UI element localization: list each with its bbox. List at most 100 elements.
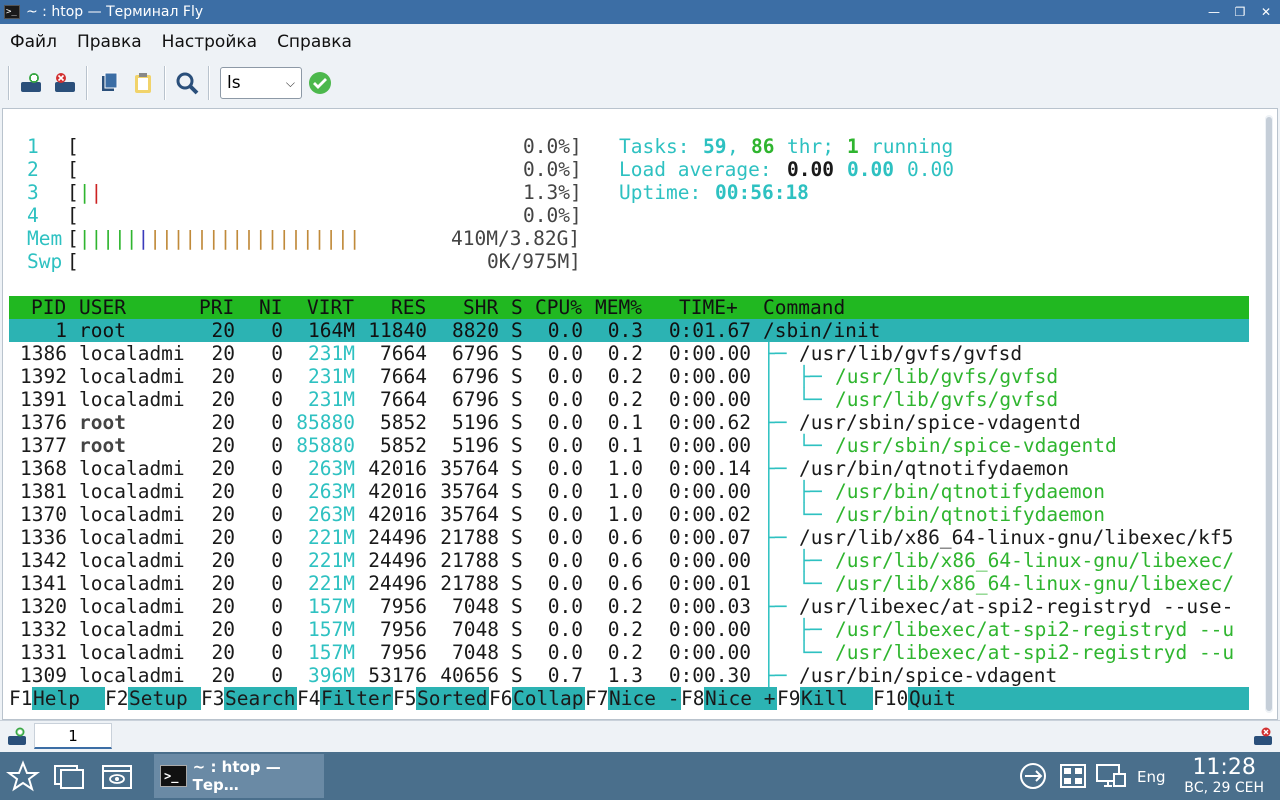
new-tab-button[interactable]	[16, 68, 46, 98]
maximize-icon[interactable]: ❐	[1234, 5, 1246, 19]
fkey-f5[interactable]: F5	[393, 687, 417, 710]
fkey-label[interactable]: Filter	[321, 687, 391, 710]
process-row[interactable]: 1309 localadmi 20 0 396M 53176 40656 S 0.7 1.3 0:0…	[9, 664, 1249, 687]
fkey-label[interactable]: Quit	[909, 687, 979, 710]
terminal-screen[interactable]: 1 [ 0.0%] Tasks: 59 , 86 thr; 1 running …	[9, 113, 1249, 713]
display-settings-icon[interactable]	[1094, 760, 1128, 792]
fkey-label[interactable]: Kill	[801, 687, 871, 710]
fkey-label[interactable]: Collap	[513, 687, 583, 710]
fkey-label[interactable]: Nice -	[609, 687, 679, 710]
process-tree-branch: ├─	[763, 526, 799, 549]
process-row[interactable]: 1386 localadmi 20 0 231M 7664 6796 S 0.0 0.2 0:00.…	[9, 342, 1249, 365]
process-cell-time: 0:00.00	[668, 549, 751, 572]
process-row[interactable]: 1331 localadmi 20 0 157M 7956 7048 S 0.0 0.2 0:00.…	[9, 641, 1249, 664]
process-cell-pri: 20	[211, 618, 235, 641]
fkey-f10[interactable]: F10	[873, 687, 909, 710]
fkey-label[interactable]: Setup	[129, 687, 199, 710]
col-state[interactable]: S	[511, 296, 523, 319]
copy-button[interactable]	[94, 68, 124, 98]
fkey-label[interactable]: Nice +	[705, 687, 775, 710]
fkey-label[interactable]: Sorted	[417, 687, 487, 710]
fkey-f4[interactable]: F4	[297, 687, 321, 710]
process-row[interactable]: 1342 localadmi 20 0 221M 24496 21788 S 0.0 0.6 0:0…	[9, 549, 1249, 572]
windows-switch-icon[interactable]	[52, 760, 86, 792]
workspaces-icon[interactable]	[1056, 760, 1090, 792]
process-row[interactable]: 1370 localadmi 20 0 263M 42016 35764 S 0.0 1.0 0:0…	[9, 503, 1249, 526]
process-cell-pid: 1309	[20, 664, 67, 687]
process-cell-mem: 1.0	[607, 480, 643, 503]
process-row[interactable]: 1 root 20 0 164M 11840 8820 S 0.0 0.3 0:01.67/sbin…	[9, 319, 1249, 342]
tab-1[interactable]: 1	[34, 723, 112, 749]
process-cell-res: 5852	[380, 434, 427, 457]
run-command-icon[interactable]	[308, 71, 332, 95]
fkey-f6[interactable]: F6	[489, 687, 513, 710]
fkey-f9[interactable]: F9	[777, 687, 801, 710]
process-tree-branch: ├─	[763, 664, 799, 687]
process-cell-pri: 20	[211, 595, 235, 618]
process-cell-mem: 1.3	[607, 664, 643, 687]
load-15: 0.00	[907, 158, 954, 181]
fkey-label[interactable]: Help	[33, 687, 103, 710]
process-cell-mem: 0.2	[607, 342, 643, 365]
col-ni[interactable]: NI	[259, 296, 282, 319]
taskbar-item-terminal[interactable]: >_ ~ : htop — Тер…	[154, 754, 324, 798]
new-tab-icon[interactable]	[6, 726, 28, 748]
process-cell-shr: 7048	[452, 618, 499, 641]
process-cell-virt: 263M	[308, 480, 355, 503]
terminal-scrollbar[interactable]	[1265, 115, 1273, 713]
col-command[interactable]: Command	[763, 296, 845, 319]
process-row[interactable]: 1368 localadmi 20 0 263M 42016 35764 S 0.0 1.0 0:0…	[9, 457, 1249, 480]
menu-edit[interactable]: Правка	[77, 32, 142, 52]
col-pid[interactable]: PID	[31, 296, 66, 319]
menu-help[interactable]: Справка	[277, 32, 352, 52]
search-button[interactable]	[172, 68, 202, 98]
fkey-f3[interactable]: F3	[201, 687, 225, 710]
menu-settings[interactable]: Настройка	[162, 32, 257, 52]
process-cell-res: 24496	[368, 526, 427, 549]
process-row[interactable]: 1381 localadmi 20 0 263M 42016 35764 S 0.0 1.0 0:0…	[9, 480, 1249, 503]
clock[interactable]: 11:28 ВС, 29 СЕН	[1184, 756, 1264, 797]
process-cell-ni: 0	[271, 526, 283, 549]
process-row[interactable]: 1391 localadmi 20 0 231M 7664 6796 S 0.0 0.2 0:00.…	[9, 388, 1249, 411]
start-menu-star-icon[interactable]	[6, 760, 40, 792]
new-tab-icon	[21, 73, 41, 92]
keyboard-layout[interactable]: Eng	[1137, 768, 1166, 786]
network-icon[interactable]	[1016, 760, 1050, 792]
col-time[interactable]: TIME+	[679, 296, 738, 319]
process-row[interactable]: 1320 localadmi 20 0 157M 7956 7048 S 0.0 0.2 0:00.…	[9, 595, 1249, 618]
col-pri[interactable]: PRI	[199, 296, 234, 319]
close-tab-icon[interactable]	[1252, 726, 1274, 748]
fkey-label[interactable]: Search	[225, 687, 295, 710]
process-row[interactable]: 1332 localadmi 20 0 157M 7956 7048 S 0.0 0.2 0:00.…	[9, 618, 1249, 641]
col-user[interactable]: USER	[79, 296, 126, 319]
process-cell-virt: 85880	[296, 411, 355, 434]
close-icon[interactable]: ✕	[1260, 5, 1272, 19]
fkey-f1[interactable]: F1	[9, 687, 33, 710]
col-res[interactable]: RES	[391, 296, 426, 319]
process-row[interactable]: 1392 localadmi 20 0 231M 7664 6796 S 0.0 0.2 0:00.…	[9, 365, 1249, 388]
fkey-f2[interactable]: F2	[105, 687, 129, 710]
process-row[interactable]: 1376 root 20 0 85880 5852 5196 S 0.0 0.1 0:00.62 ├─…	[9, 411, 1249, 434]
close-tab-button[interactable]	[50, 68, 80, 98]
fkey-f7[interactable]: F7	[585, 687, 609, 710]
menu-file[interactable]: Файл	[10, 32, 57, 52]
process-cell-command: /usr/lib/gvfs/gvfsd	[799, 342, 1023, 365]
process-cell-res: 42016	[368, 457, 427, 480]
fkey-f8[interactable]: F8	[681, 687, 705, 710]
process-row[interactable]: 1336 localadmi 20 0 221M 24496 21788 S 0.0 0.6 0:0…	[9, 526, 1249, 549]
col-virt[interactable]: VIRT	[307, 296, 354, 319]
col-shr[interactable]: SHR	[463, 296, 498, 319]
process-cell-s: S	[511, 480, 523, 503]
process-cell-pid: 1391	[20, 388, 67, 411]
paste-button[interactable]	[128, 68, 158, 98]
minimize-icon[interactable]: —	[1208, 5, 1220, 19]
process-row[interactable]: 1341 localadmi 20 0 221M 24496 21788 S 0.0 0.6 0:0…	[9, 572, 1249, 595]
col-mem[interactable]: MEM%	[595, 296, 642, 319]
process-row[interactable]: 1377 root 20 0 85880 5852 5196 S 0.0 0.1 0:00.00 │ …	[9, 434, 1249, 457]
col-cpu[interactable]: CPU%	[535, 296, 582, 319]
command-select[interactable]: ls ⌵	[220, 67, 302, 99]
process-cell-cpu: 0.0	[547, 480, 583, 503]
process-cell-pri: 20	[211, 457, 235, 480]
show-desktop-icon[interactable]	[100, 760, 134, 792]
process-cell-command: /usr/lib/gvfs/gvfsd	[835, 365, 1059, 388]
